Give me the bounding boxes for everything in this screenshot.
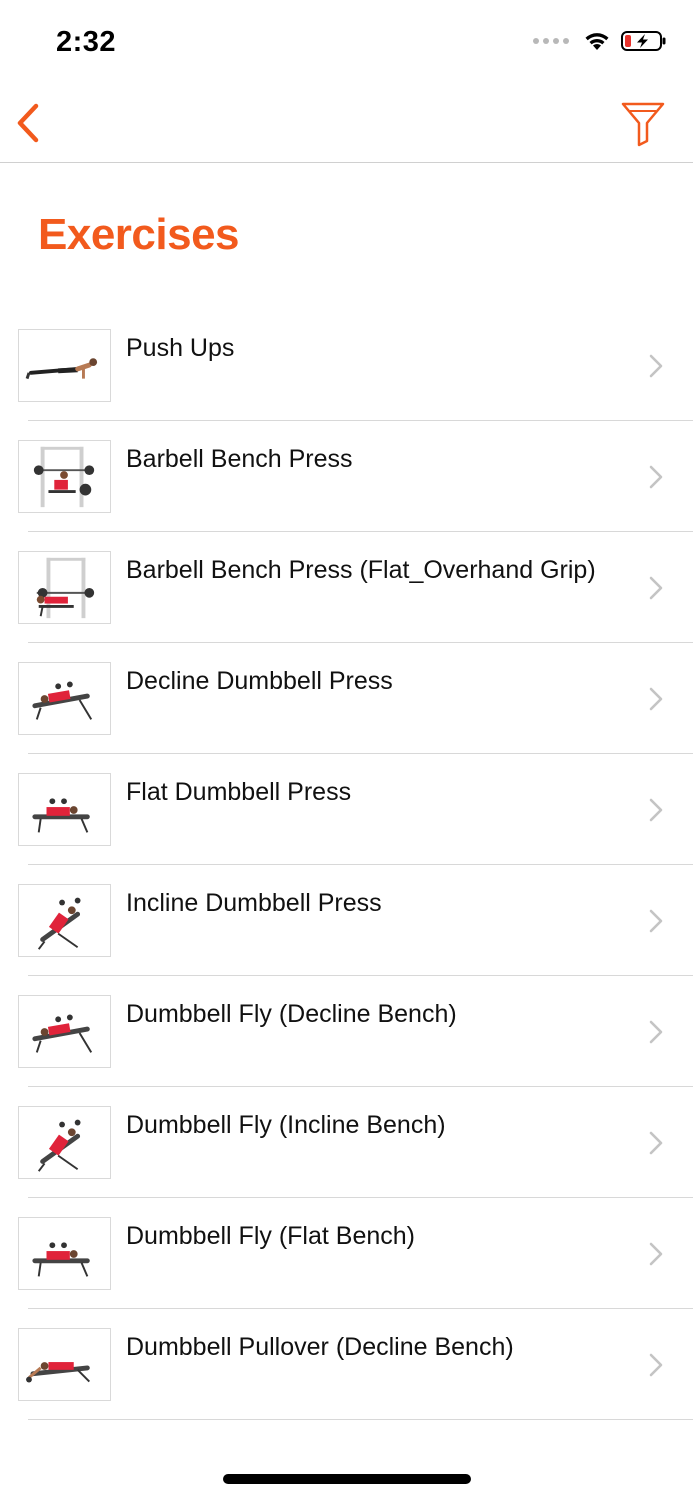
exercise-illustration <box>32 1014 93 1053</box>
exercise-row[interactable]: Incline Dumbbell Press <box>0 865 693 976</box>
chevron-right-icon <box>649 798 663 822</box>
exercise-illustration <box>33 446 95 508</box>
exercise-illustration <box>32 681 93 720</box>
exercise-row[interactable]: Flat Dumbbell Press <box>0 754 693 865</box>
exercise-row[interactable]: Dumbbell Fly (Incline Bench) <box>0 1087 693 1198</box>
chevron-right-icon <box>649 576 663 600</box>
exercise-thumbnail <box>18 551 111 624</box>
exercise-name: Dumbbell Fly (Flat Bench) <box>126 1222 415 1250</box>
exercise-row[interactable]: Dumbbell Fly (Decline Bench) <box>0 976 693 1087</box>
status-bar: 2:32 <box>0 0 693 86</box>
exercise-thumbnail <box>18 329 111 402</box>
back-button[interactable] <box>10 100 50 146</box>
exercise-illustration <box>25 358 98 380</box>
exercise-name: Barbell Bench Press (Flat_Overhand Grip) <box>126 556 596 584</box>
exercise-name: Push Ups <box>126 334 235 362</box>
exercise-illustration <box>36 557 95 619</box>
exercise-row[interactable]: Push Ups <box>0 310 693 421</box>
exercise-thumbnail <box>18 662 111 735</box>
cellular-signal-icon <box>533 38 569 44</box>
exercise-illustration <box>32 798 90 833</box>
exercise-thumbnail <box>18 884 111 957</box>
exercise-thumbnail <box>18 773 111 846</box>
home-indicator[interactable] <box>223 1474 471 1484</box>
chevron-right-icon <box>649 1131 663 1155</box>
status-icons <box>533 30 667 52</box>
exercise-illustration <box>37 897 81 950</box>
exercise-name: Barbell Bench Press <box>126 445 353 473</box>
row-divider <box>28 1419 693 1420</box>
chevron-right-icon <box>649 1353 663 1377</box>
exercise-name: Flat Dumbbell Press <box>126 778 352 806</box>
page-title: Exercises <box>38 210 240 259</box>
exercise-thumbnail <box>18 1217 111 1290</box>
chevron-right-icon <box>649 909 663 933</box>
exercise-name: Decline Dumbbell Press <box>126 667 393 695</box>
exercise-name: Incline Dumbbell Press <box>126 889 382 917</box>
battery-charging-icon <box>621 31 666 51</box>
exercise-row[interactable]: Barbell Bench Press (Flat_Overhand Grip) <box>0 532 693 643</box>
exercise-row[interactable]: Barbell Bench Press <box>0 421 693 532</box>
wifi-icon <box>585 33 609 50</box>
exercise-thumbnail <box>18 1106 111 1179</box>
exercise-illustration <box>26 1362 90 1383</box>
chevron-left-icon <box>17 103 39 143</box>
chevron-right-icon <box>649 465 663 489</box>
chevron-right-icon <box>649 687 663 711</box>
chevron-right-icon <box>649 1242 663 1266</box>
status-time: 2:32 <box>56 26 117 58</box>
exercise-thumbnail <box>18 440 111 513</box>
chevron-right-icon <box>649 354 663 378</box>
navigation-bar <box>0 86 693 163</box>
filter-icon <box>621 102 665 147</box>
exercise-list: Push Ups Barbell Bench Press Barbell Ben… <box>0 310 693 1420</box>
exercise-row[interactable]: Dumbbell Pullover (Decline Bench) <box>0 1309 693 1420</box>
chevron-right-icon <box>649 1020 663 1044</box>
exercise-row[interactable]: Dumbbell Fly (Flat Bench) <box>0 1198 693 1309</box>
exercise-name: Dumbbell Pullover (Decline Bench) <box>126 1333 514 1361</box>
exercise-row[interactable]: Decline Dumbbell Press <box>0 643 693 754</box>
exercise-illustration <box>32 1242 90 1277</box>
filter-button[interactable] <box>619 98 667 148</box>
exercise-thumbnail <box>18 1328 111 1401</box>
exercise-thumbnail <box>18 995 111 1068</box>
exercise-illustration <box>37 1119 81 1172</box>
exercise-name: Dumbbell Fly (Incline Bench) <box>126 1111 446 1139</box>
exercise-name: Dumbbell Fly (Decline Bench) <box>126 1000 457 1028</box>
